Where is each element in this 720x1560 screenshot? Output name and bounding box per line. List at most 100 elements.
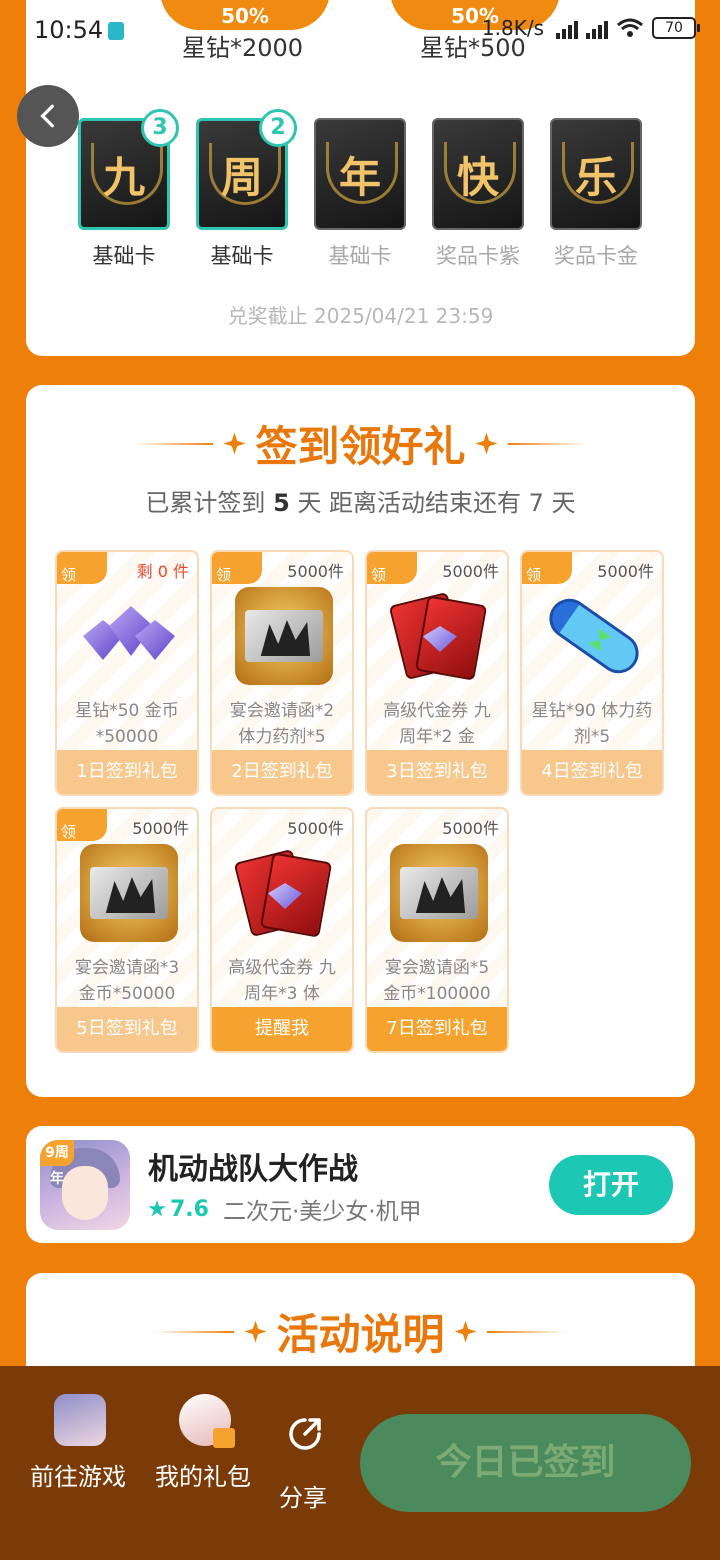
share-icon bbox=[289, 1418, 321, 1450]
share-label: 分享 bbox=[279, 1484, 327, 1512]
signed-today-button[interactable]: 今日已签到 bbox=[360, 1414, 691, 1512]
gift-avatar-icon bbox=[179, 1394, 235, 1448]
status-bar: 10:54 1.8K/s 70 bbox=[0, 0, 720, 64]
claim-button[interactable]: 1日签到礼包 bbox=[57, 750, 197, 794]
status-right: 1.8K/s 70 bbox=[481, 16, 700, 40]
voucher-icon bbox=[233, 843, 334, 943]
gift-contents: 宴会邀请函*3 金币*50000 bbox=[74, 958, 180, 1003]
claim-button[interactable]: 2日签到礼包 bbox=[212, 750, 352, 794]
letter-card-le[interactable]: 乐 奖品卡金 bbox=[550, 118, 642, 270]
section-title: 活动说明 bbox=[26, 1301, 695, 1362]
card-character: 周 bbox=[220, 152, 263, 202]
gift-stock: 5000件 bbox=[287, 562, 344, 581]
chevron-left-icon bbox=[40, 104, 54, 128]
voucher-icon bbox=[388, 586, 489, 686]
redeem-deadline: 兑奖截止 2025/04/21 23:59 bbox=[227, 304, 494, 328]
anniversary-badge: 9周年 bbox=[40, 1140, 74, 1187]
sign-in-panel: 签到领好礼 已累计签到 5 天 距离活动结束还有 7 天 领 剩 0 件 星钻*… bbox=[26, 385, 695, 1097]
gift-contents: 宴会邀请函*2 体力药剂*5 bbox=[229, 701, 335, 746]
claimed-tag: 领 bbox=[212, 552, 262, 584]
title-divider bbox=[133, 442, 214, 445]
gift-card-day-7[interactable]: 5000件 宴会邀请函*5 金币*100000 7日签到礼包 bbox=[365, 807, 509, 1053]
sparkle-icon bbox=[244, 1320, 267, 1343]
gift-stock: 5000件 bbox=[287, 819, 344, 838]
claimed-tag: 领 bbox=[57, 809, 107, 841]
gift-stock: 剩 0 件 bbox=[136, 562, 189, 581]
card-label: 基础卡 bbox=[92, 244, 156, 268]
title-divider bbox=[486, 1330, 567, 1333]
gift-contents: 高级代金券 九周年*3 体 bbox=[228, 958, 336, 1003]
card-face: 周 2 bbox=[196, 109, 297, 230]
game-meta: 7.6 二次元·美少女·机甲 bbox=[148, 1192, 422, 1226]
card-character: 快 bbox=[456, 152, 499, 202]
go-to-game-button[interactable]: 前往游戏 bbox=[30, 1394, 130, 1496]
gift-contents: 星钻*50 金币*50000 bbox=[75, 701, 179, 746]
game-avatar-icon bbox=[54, 1394, 106, 1446]
gift-contents: 星钻*90 体力药剂*5 bbox=[531, 701, 653, 746]
letter-card-nian[interactable]: 年 基础卡 bbox=[314, 118, 406, 270]
claimed-tag: 领 bbox=[522, 552, 572, 584]
claim-button[interactable]: 3日签到礼包 bbox=[367, 750, 507, 794]
card-label: 奖品卡紫 bbox=[436, 244, 520, 268]
card-count-badge: 3 bbox=[141, 109, 179, 147]
gift-card-day-2[interactable]: 领 5000件 宴会邀请函*2 体力药剂*5 2日签到礼包 bbox=[210, 550, 354, 796]
status-time: 10:54 bbox=[34, 16, 104, 44]
invitation-card-icon bbox=[389, 843, 489, 943]
gift-contents: 高级代金券 九周年*2 金 bbox=[383, 701, 491, 746]
star-diamond-icon bbox=[79, 586, 179, 686]
card-character: 九 bbox=[102, 152, 145, 202]
game-rating: 7.6 bbox=[170, 1196, 209, 1222]
remind-me-button[interactable]: 提醒我 bbox=[212, 1007, 352, 1051]
game-app-icon[interactable]: 9周年 bbox=[40, 1140, 130, 1230]
game-card[interactable]: 9周年 机动战队大作战 7.6 二次元·美少女·机甲 打开 bbox=[26, 1126, 695, 1243]
gift-card-day-6[interactable]: 5000件 高级代金券 九周年*3 体 提醒我 bbox=[210, 807, 354, 1053]
gift-card-day-5[interactable]: 领 5000件 宴会邀请函*3 金币*50000 5日签到礼包 bbox=[55, 807, 199, 1053]
card-character: 年 bbox=[338, 152, 381, 202]
claim-button[interactable]: 4日签到礼包 bbox=[522, 750, 662, 794]
stamina-potion-icon bbox=[541, 586, 647, 686]
card-count-badge: 2 bbox=[259, 109, 297, 147]
wifi-icon bbox=[617, 18, 643, 37]
days-signed-count: 5 bbox=[273, 489, 290, 517]
gift-card-day-4[interactable]: 领 5000件 星钻*90 体力药剂*5 4日签到礼包 bbox=[520, 550, 664, 796]
section-title: 签到领好礼 bbox=[26, 413, 695, 474]
card-label: 奖品卡金 bbox=[554, 244, 638, 268]
sparkle-icon bbox=[475, 432, 498, 455]
sign-in-progress: 已累计签到 5 天 距离活动结束还有 7 天 bbox=[26, 483, 695, 518]
signal-hd-icon bbox=[586, 17, 608, 39]
open-game-button[interactable]: 打开 bbox=[549, 1155, 673, 1215]
progress-suffix: 天 距离活动结束还有 7 天 bbox=[289, 489, 576, 517]
progress-prefix: 已累计签到 bbox=[145, 489, 274, 517]
title-divider bbox=[154, 1330, 235, 1333]
signal-icon bbox=[556, 17, 578, 39]
sparkle-icon bbox=[223, 432, 246, 455]
my-gifts-button[interactable]: 我的礼包 bbox=[155, 1394, 255, 1496]
activity-description-title: 活动说明 bbox=[276, 1310, 445, 1359]
card-character: 乐 bbox=[574, 152, 617, 202]
go-to-game-label: 前往游戏 bbox=[30, 1463, 126, 1491]
claimed-tag: 领 bbox=[57, 552, 107, 584]
letter-card-kuai[interactable]: 快 奖品卡紫 bbox=[432, 118, 524, 270]
back-button[interactable] bbox=[17, 85, 79, 147]
invitation-card-icon bbox=[234, 586, 334, 686]
sparkle-icon bbox=[454, 1320, 477, 1343]
card-face: 快 bbox=[432, 118, 524, 230]
gift-stock: 5000件 bbox=[442, 819, 499, 838]
gift-stock: 5000件 bbox=[442, 562, 499, 581]
battery-icon: 70 bbox=[652, 17, 700, 39]
my-gifts-label: 我的礼包 bbox=[155, 1463, 251, 1491]
letter-card-zhou[interactable]: 周 2 基础卡 bbox=[196, 109, 297, 270]
gift-card-day-1[interactable]: 领 剩 0 件 星钻*50 金币*50000 1日签到礼包 bbox=[55, 550, 199, 796]
card-face: 九 3 bbox=[78, 109, 179, 230]
title-divider bbox=[507, 442, 588, 445]
claim-button[interactable]: 5日签到礼包 bbox=[57, 1007, 197, 1051]
net-speed: 1.8K/s bbox=[481, 16, 544, 40]
card-label: 基础卡 bbox=[328, 244, 392, 268]
claim-button[interactable]: 7日签到礼包 bbox=[367, 1007, 507, 1051]
card-face: 乐 bbox=[550, 118, 642, 230]
card-label: 基础卡 bbox=[210, 244, 274, 268]
gift-card-day-3[interactable]: 领 5000件 高级代金券 九周年*2 金 3日签到礼包 bbox=[365, 550, 509, 796]
letter-card-jiu[interactable]: 九 3 基础卡 bbox=[78, 109, 179, 270]
gift-contents: 宴会邀请函*5 金币*100000 bbox=[383, 958, 491, 1003]
card-face: 年 bbox=[314, 118, 406, 230]
